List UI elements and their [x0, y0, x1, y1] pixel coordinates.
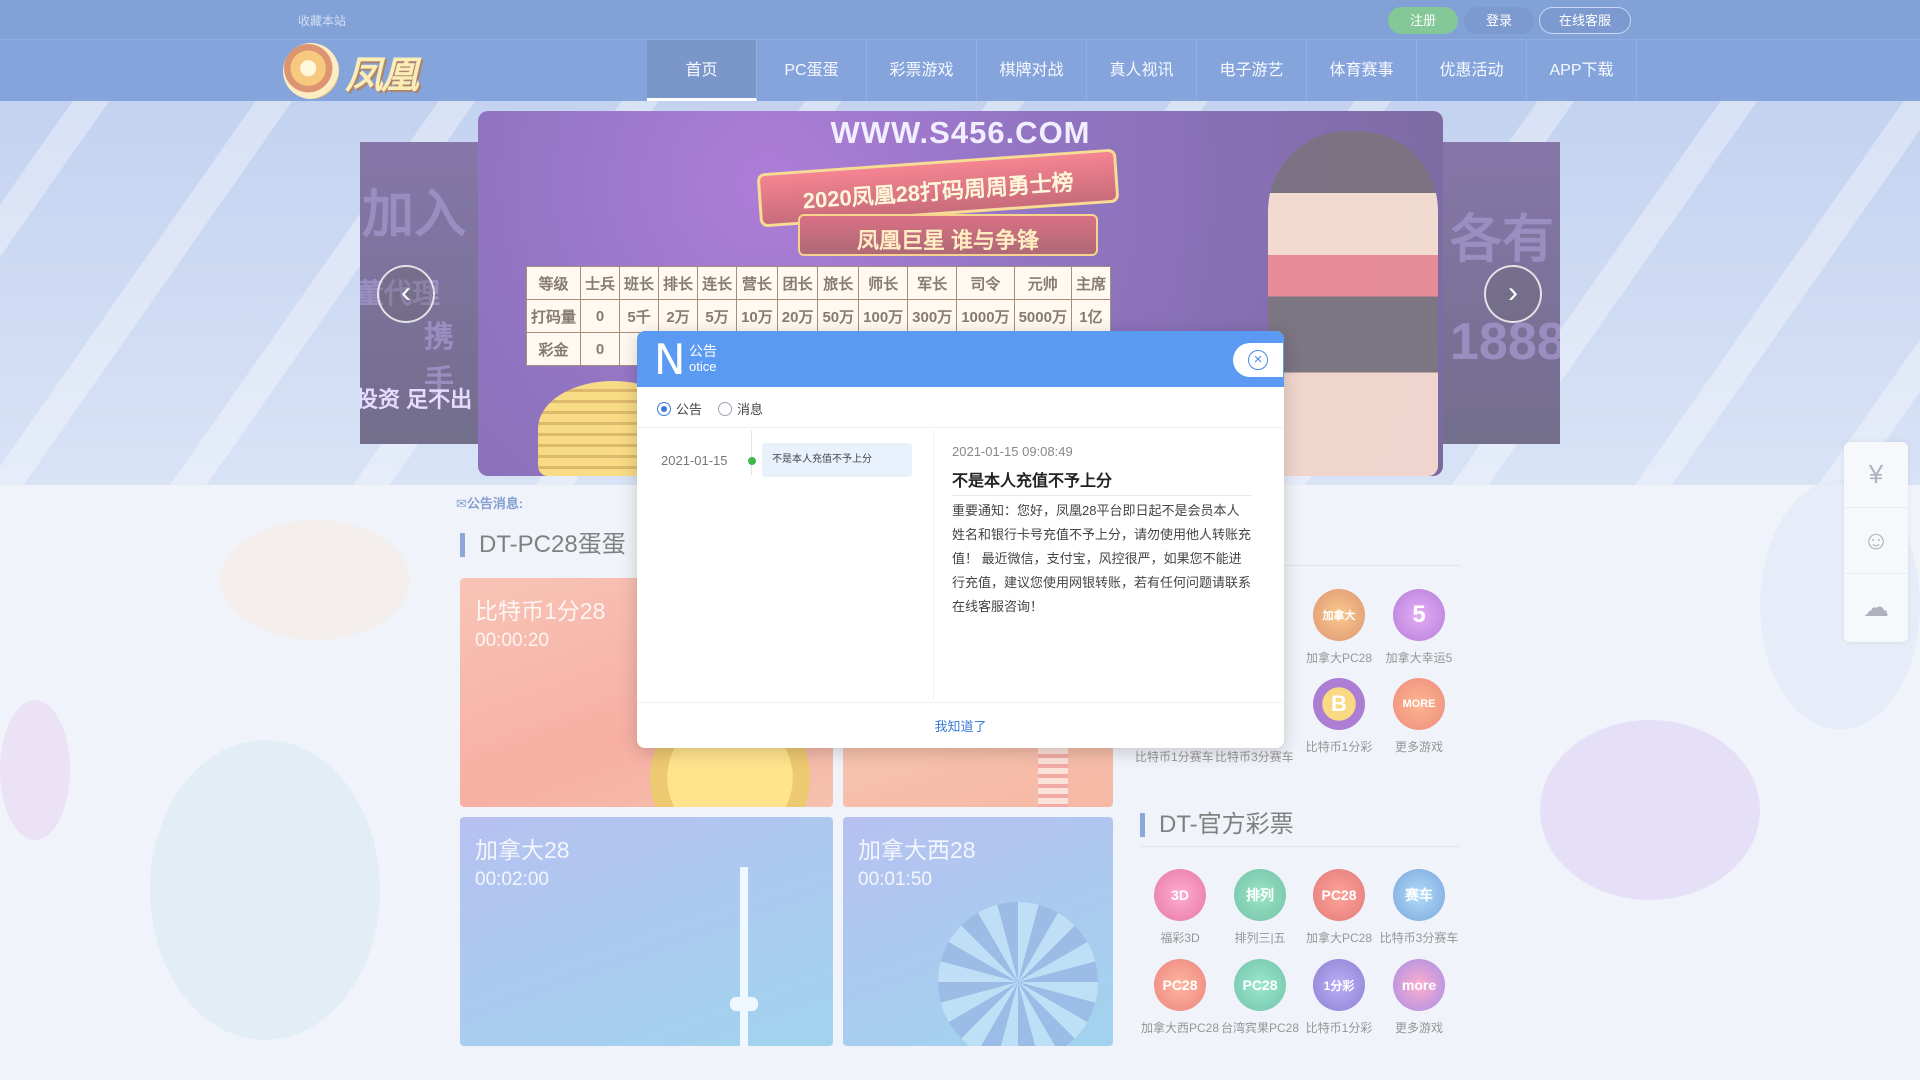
- divider: [933, 431, 934, 699]
- radio-checked-icon: [657, 401, 671, 416]
- notice-list-date: 2021-01-15: [661, 453, 728, 468]
- modal-title: 公告: [689, 343, 717, 359]
- close-icon: ×: [1248, 350, 1268, 370]
- tab-announcement[interactable]: 公告: [657, 399, 702, 418]
- modal-title-en: otice: [689, 359, 717, 374]
- notice-list-item[interactable]: 不是本人充值不予上分: [762, 443, 912, 477]
- radio-unchecked-icon: [718, 401, 733, 416]
- timeline-dot-icon: [748, 457, 756, 465]
- notice-letter: N: [654, 335, 686, 384]
- tab-label: 公告: [676, 402, 703, 417]
- notice-detail-title: 不是本人充值不予上分: [952, 473, 1113, 490]
- modal-header: N 公告 otice ×: [637, 331, 1284, 387]
- notice-detail-body: 重要通知：您好，凤凰28平台即日起不是会员本人姓名和银行卡号充值不予上分，请勿使…: [952, 503, 1252, 614]
- acknowledge-button[interactable]: 我知道了: [637, 716, 1284, 735]
- timeline-line: [751, 431, 752, 475]
- tab-messages[interactable]: 消息: [718, 399, 763, 418]
- divider: [952, 495, 1252, 496]
- modal-close-button[interactable]: ×: [1233, 343, 1283, 377]
- divider: [637, 702, 1284, 703]
- modal-tabs: 公告 消息: [657, 399, 763, 418]
- divider: [637, 427, 1284, 428]
- tab-label: 消息: [737, 402, 764, 417]
- notice-detail-time: 2021-01-15 09:08:49: [952, 444, 1073, 459]
- notice-modal: N 公告 otice × 公告 消息 2021-01-15 不是本人充值不予上分…: [637, 331, 1284, 748]
